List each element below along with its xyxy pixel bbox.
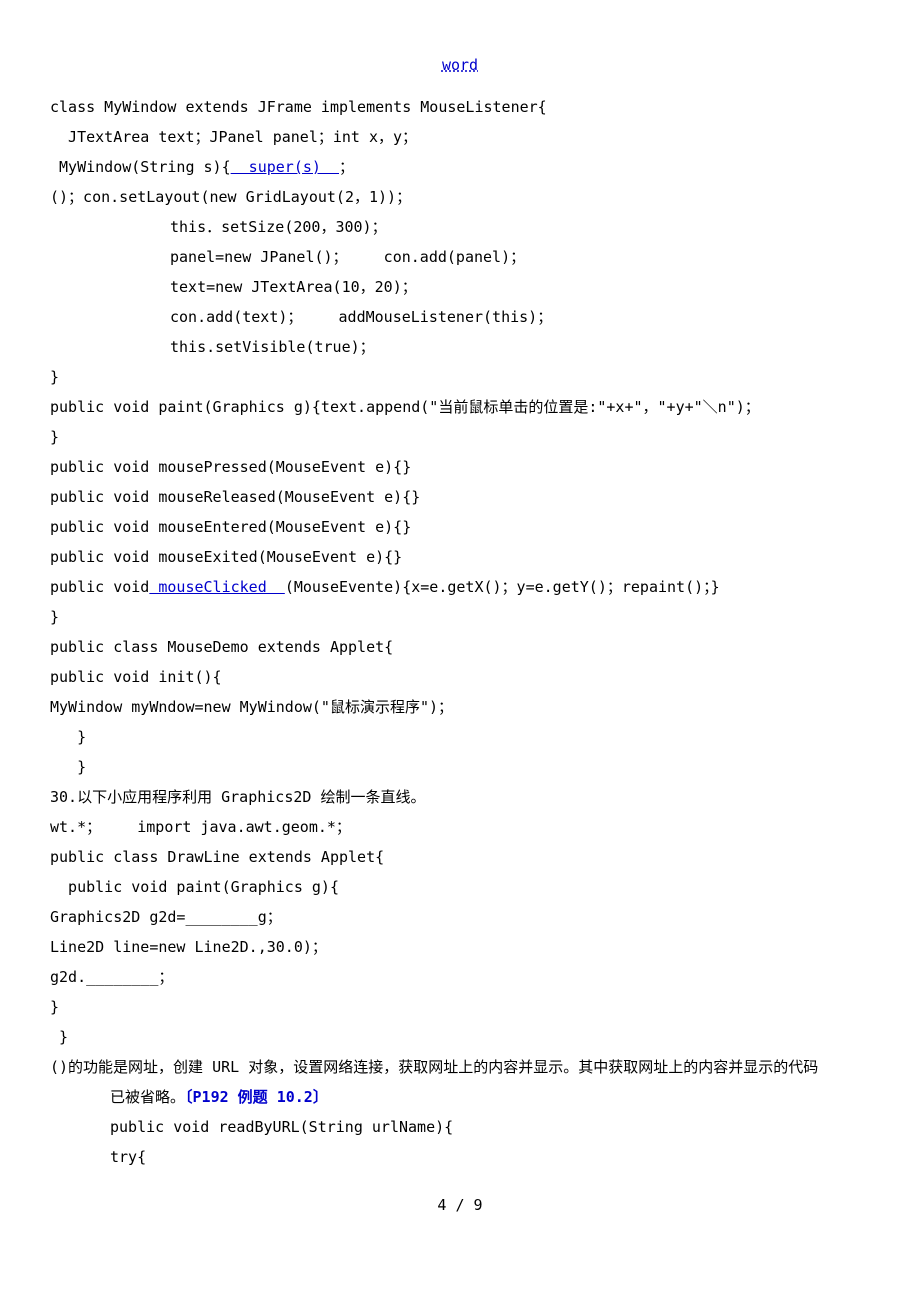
- code-line: JTextArea text；JPanel panel；int x，y；: [50, 122, 870, 152]
- code-line: Graphics2D g2d=________g；: [50, 902, 870, 932]
- code-line: MyWindow myWndow=new MyWindow("鼠标演示程序")；: [50, 692, 870, 722]
- code-line: wt.*； import java.awt.geom.*；: [50, 812, 870, 842]
- code-line: }: [50, 1022, 870, 1052]
- code-line: public void paint(Graphics g){: [50, 872, 870, 902]
- code-line: public void mouseClicked (MouseEvente){x…: [50, 572, 870, 602]
- code-line: this.setVisible(true)；: [50, 332, 870, 362]
- code-line: public void mouseEntered(MouseEvent e){}: [50, 512, 870, 542]
- code-line: g2d.________；: [50, 962, 870, 992]
- fill-blank-answer: super(s): [231, 158, 339, 176]
- code-text: (MouseEvente){x=e.getX()；y=e.getY()；repa…: [285, 578, 720, 596]
- code-line: this．setSize(200，300)；: [50, 212, 870, 242]
- code-line: }: [50, 602, 870, 632]
- code-line: public class MouseDemo extends Applet{: [50, 632, 870, 662]
- code-line: }: [50, 992, 870, 1022]
- code-line: public void mousePressed(MouseEvent e){}: [50, 452, 870, 482]
- code-line: class MyWindow extends JFrame implements…: [50, 92, 870, 122]
- document-body: class MyWindow extends JFrame implements…: [50, 92, 870, 1172]
- reference-text: 〔P192 例题 10.2〕: [185, 1088, 328, 1106]
- question-line: 已被省略。〔P192 例题 10.2〕: [50, 1082, 870, 1112]
- question-line: ()的功能是网址，创建 URL 对象，设置网络连接，获取网址上的内容并显示。其中…: [50, 1052, 870, 1082]
- page-footer: 4 / 9: [50, 1190, 870, 1220]
- code-text: ；: [339, 158, 354, 176]
- code-line: public void readByURL(String urlName){: [50, 1112, 870, 1142]
- header-link[interactable]: word: [442, 56, 478, 74]
- code-text: public void: [50, 578, 149, 596]
- code-line: Line2D line=new Line2D.,30.0)；: [50, 932, 870, 962]
- document-header: word: [50, 50, 870, 80]
- code-line: panel=new JPanel()； con.add(panel)；: [50, 242, 870, 272]
- code-line: public void mouseReleased(MouseEvent e){…: [50, 482, 870, 512]
- code-line: MyWindow(String s){ super(s) ；: [50, 152, 870, 182]
- code-line: text=new JTextArea(10，20)；: [50, 272, 870, 302]
- code-line: public class DrawLine extends Applet{: [50, 842, 870, 872]
- code-line: public void mouseExited(MouseEvent e){}: [50, 542, 870, 572]
- code-line: con.add(text)； addMouseListener(this)；: [50, 302, 870, 332]
- fill-blank-answer: mouseClicked: [149, 578, 284, 596]
- code-line: public void paint(Graphics g){text.appen…: [50, 392, 870, 422]
- code-line: }: [50, 422, 870, 452]
- code-text: MyWindow(String s){: [50, 158, 231, 176]
- code-line: }: [50, 722, 870, 752]
- code-line: public void init(){: [50, 662, 870, 692]
- question-line: 30.以下小应用程序利用 Graphics2D 绘制一条直线。: [50, 782, 870, 812]
- question-text: 已被省略。: [110, 1088, 185, 1106]
- code-line: ()；con.setLayout(new GridLayout(2，1))；: [50, 182, 870, 212]
- code-line: }: [50, 752, 870, 782]
- page-number: 4 / 9: [437, 1196, 482, 1214]
- code-line: try{: [50, 1142, 870, 1172]
- code-line: }: [50, 362, 870, 392]
